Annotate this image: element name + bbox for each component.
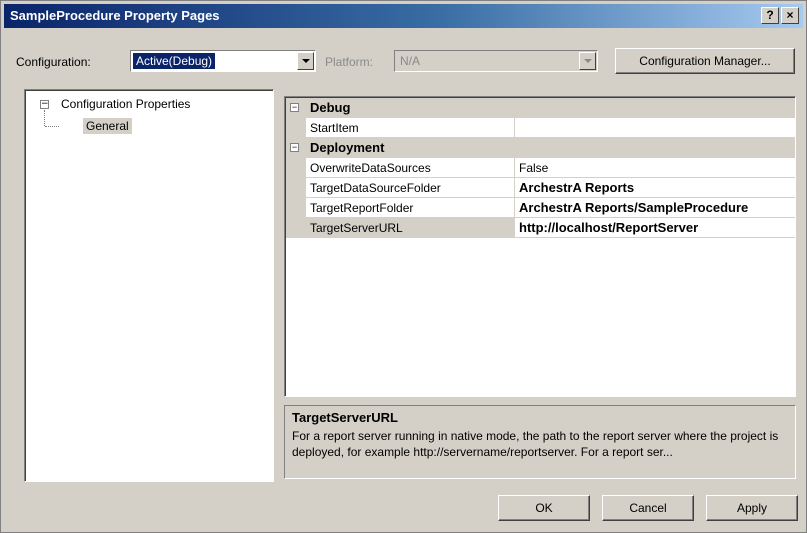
row-gutter (286, 158, 306, 178)
category-collapse-icon[interactable]: − (290, 143, 299, 152)
tree-connector (44, 110, 45, 126)
category-debug[interactable]: − Debug (286, 98, 795, 118)
platform-value: N/A (400, 54, 421, 68)
property-name[interactable]: TargetReportFolder (306, 198, 515, 218)
cancel-button[interactable]: Cancel (602, 495, 694, 521)
configuration-value: Active(Debug) (133, 53, 216, 69)
description-title: TargetServerURL (292, 410, 398, 425)
property-grid: − Debug StartItem − Deployment Overwrite… (284, 96, 796, 397)
close-icon[interactable]: × (781, 7, 799, 24)
property-value[interactable]: False (515, 158, 795, 178)
category-label: Debug (310, 100, 351, 115)
property-pages-dialog: SampleProcedure Property Pages ? × Confi… (0, 0, 807, 533)
category-deployment[interactable]: − Deployment (286, 138, 795, 158)
platform-label: Platform: (325, 55, 374, 69)
property-row[interactable]: TargetReportFolder ArchestrA Reports/Sam… (286, 198, 795, 218)
apply-button[interactable]: Apply (706, 495, 798, 521)
property-name[interactable]: TargetDataSourceFolder (306, 178, 515, 198)
property-name[interactable]: OverwriteDataSources (306, 158, 515, 178)
tree-connector (45, 126, 59, 127)
configuration-manager-button[interactable]: Configuration Manager... (615, 48, 795, 74)
tree-item-configuration-properties[interactable]: Configuration Properties (61, 97, 190, 111)
property-value[interactable]: ArchestrA Reports (515, 178, 795, 198)
configuration-label: Configuration: (16, 55, 91, 69)
property-row[interactable]: OverwriteDataSources False (286, 158, 795, 178)
title-bar[interactable]: SampleProcedure Property Pages ? × (4, 4, 803, 28)
property-value[interactable] (515, 118, 795, 138)
category-collapse-icon[interactable]: − (290, 103, 299, 112)
property-name[interactable]: TargetServerURL (306, 218, 515, 238)
description-text: For a report server running in native mo… (292, 429, 779, 459)
property-value[interactable]: http://localhost/ReportServer (515, 218, 795, 238)
chevron-down-icon (579, 52, 596, 70)
row-gutter (286, 118, 306, 138)
row-gutter (286, 198, 306, 218)
tree-collapse-icon[interactable]: − (40, 100, 49, 109)
row-gutter (286, 218, 306, 238)
ok-button[interactable]: OK (498, 495, 590, 521)
property-row-selected[interactable]: TargetServerURL http://localhost/ReportS… (286, 218, 795, 238)
chevron-down-icon[interactable] (297, 52, 314, 70)
property-name[interactable]: StartItem (306, 118, 515, 138)
description-pane: TargetServerURL For a report server runn… (284, 405, 796, 479)
category-label: Deployment (310, 140, 385, 155)
row-gutter (286, 178, 306, 198)
property-row[interactable]: StartItem (286, 118, 795, 138)
window-title: SampleProcedure Property Pages (10, 8, 220, 23)
settings-tree: − Configuration Properties General (24, 89, 274, 482)
help-icon[interactable]: ? (761, 7, 779, 24)
property-value[interactable]: ArchestrA Reports/SampleProcedure (515, 198, 795, 218)
property-row[interactable]: TargetDataSourceFolder ArchestrA Reports (286, 178, 795, 198)
tree-item-general[interactable]: General (83, 118, 132, 134)
platform-dropdown: N/A (394, 50, 598, 72)
configuration-dropdown[interactable]: Active(Debug) (130, 50, 316, 72)
